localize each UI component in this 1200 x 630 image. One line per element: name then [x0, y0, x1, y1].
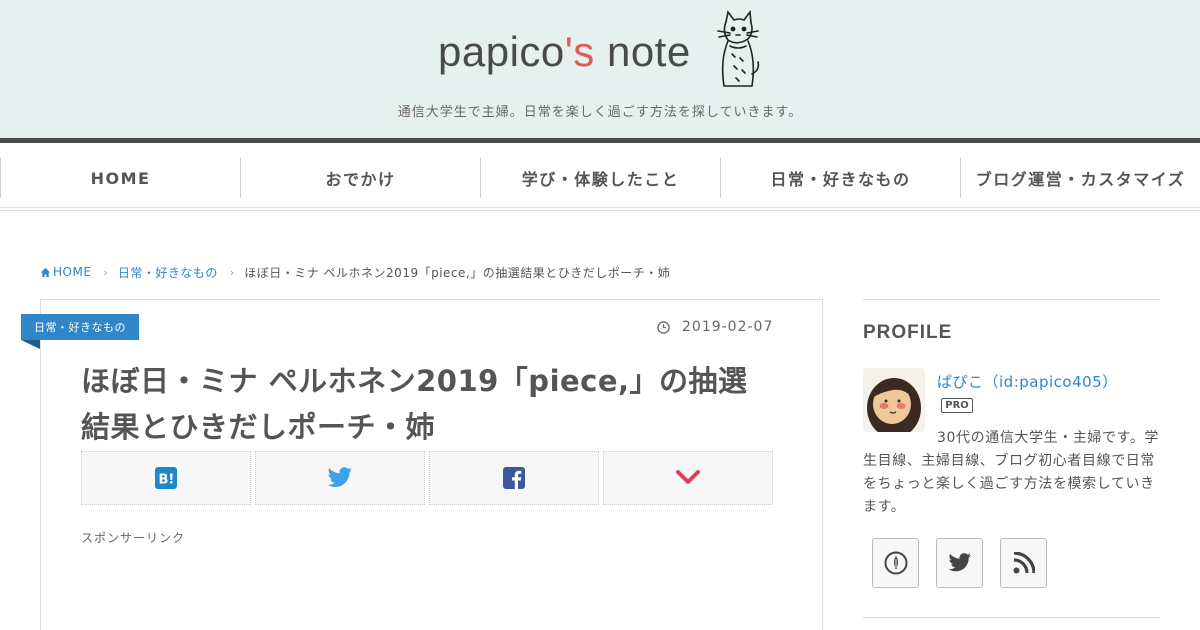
- breadcrumb-category-link[interactable]: 日常・好きなもの: [118, 264, 218, 281]
- sponsored-link-label: スポンサーリンク: [81, 531, 186, 545]
- sidebar-divider-bottom: [863, 617, 1160, 618]
- pocket-share-button[interactable]: [603, 451, 773, 505]
- clock-icon: [657, 320, 670, 334]
- chevron-right-icon: ›: [229, 265, 235, 279]
- logo-text-tail: note: [594, 28, 691, 75]
- category-label[interactable]: 日常・好きなもの: [21, 314, 139, 340]
- facebook-share-button[interactable]: [429, 451, 599, 505]
- social-links: [872, 538, 1064, 588]
- pro-badge: PRO: [941, 398, 973, 413]
- twitter-icon: [948, 553, 971, 572]
- logo-text-accent: 's: [564, 28, 595, 75]
- profile-name-link[interactable]: ぱぴこ（id:papico405）: [937, 371, 1118, 392]
- header-divider: [0, 138, 1200, 143]
- avatar-illustration-icon: [863, 368, 925, 432]
- site-tagline: 通信大学生で主婦。日常を楽しく過ごす方法を探していきます。: [397, 105, 803, 120]
- post-title-line2: 結果とひきだしポーチ・姉: [81, 410, 436, 444]
- post-title-line1: ほぼ日・ミナ ペルホネン2019「piece,」の抽選: [81, 364, 748, 398]
- nav-item-home[interactable]: HOME: [0, 158, 240, 198]
- twitter-follow-button[interactable]: [936, 538, 983, 588]
- pocket-icon: [676, 470, 700, 484]
- breadcrumb-current: ほぼ日・ミナ ペルホネン2019「piece,」の抽選結果とひきだしポーチ・姉: [244, 265, 671, 280]
- post-date: 2019-02-07: [657, 319, 773, 335]
- hatena-bookmark-share-button[interactable]: B!: [81, 451, 251, 505]
- home-icon: [40, 267, 51, 277]
- breadcrumb-home-link[interactable]: HOME: [53, 265, 91, 279]
- svg-text:B!: B!: [159, 473, 175, 488]
- profile-heading: PROFILE: [863, 322, 953, 343]
- hatena-blog-icon: [884, 551, 907, 575]
- facebook-icon: [503, 467, 525, 489]
- global-nav: HOME おでかけ 学び・体験したこと 日常・好きなもの ブログ運営・カスタマイ…: [0, 158, 1200, 198]
- category-label-fold: [21, 340, 40, 349]
- nav-divider: [0, 207, 1200, 211]
- post-title: ほぼ日・ミナ ペルホネン2019「piece,」の抽選 結果とひきだしポーチ・姉: [81, 358, 781, 450]
- nav-item-blog[interactable]: ブログ運営・カスタマイズ: [960, 158, 1200, 198]
- profile-description-line1: 30代の通信大学生・主婦です。: [937, 430, 1145, 446]
- avatar[interactable]: [863, 368, 925, 432]
- sidebar-divider-top: [863, 299, 1160, 300]
- rss-feed-button[interactable]: [1000, 538, 1047, 588]
- rss-icon: [1013, 552, 1035, 574]
- nav-item-odekake[interactable]: おでかけ: [240, 158, 480, 198]
- logo-text-main: papico: [438, 28, 565, 75]
- hatena-bookmark-icon: B!: [155, 467, 177, 489]
- site-header: papico's note 通信大学生で主婦。日常を楽しく過ごす方法を探していき…: [0, 0, 1200, 138]
- nav-item-daily[interactable]: 日常・好きなもの: [720, 158, 960, 198]
- post-date-text: 2019-02-07: [682, 319, 774, 335]
- share-buttons: B!: [81, 451, 777, 505]
- chevron-right-icon: ›: [103, 265, 108, 279]
- hatena-blog-button[interactable]: [872, 538, 919, 588]
- site-logo[interactable]: papico's note: [438, 28, 691, 76]
- twitter-share-button[interactable]: [255, 451, 425, 505]
- nav-item-learning[interactable]: 学び・体験したこと: [480, 158, 720, 198]
- cat-illustration-icon: [717, 10, 760, 87]
- twitter-icon: [327, 467, 352, 487]
- breadcrumb: HOME › 日常・好きなもの › ほぼ日・ミナ ペルホネン2019「piece…: [40, 264, 670, 280]
- profile-description: 30代の通信大学生・主婦です。学生目線、主婦目線、ブログ初心者目線で日常をちょっ…: [863, 427, 1160, 519]
